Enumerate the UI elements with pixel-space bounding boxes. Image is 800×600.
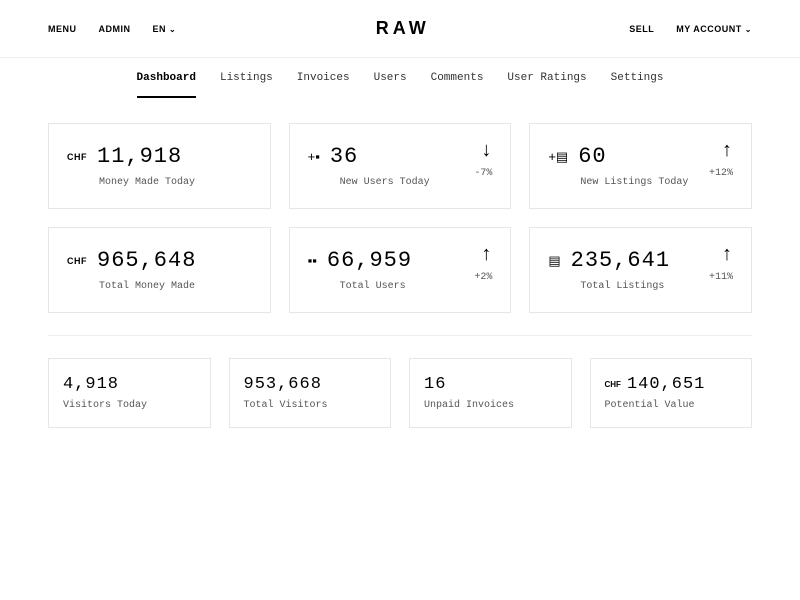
add-user-icon: +▪ xyxy=(308,150,320,163)
trend-percent: +2% xyxy=(474,272,492,283)
card-new-listings: +▤ 60 New Listings Today ↑ +12% xyxy=(529,123,752,209)
listings-icon: ▤ xyxy=(548,254,560,267)
stat-value: 11,918 xyxy=(97,144,182,169)
arrow-up-icon: ↑ xyxy=(709,246,733,266)
section-divider xyxy=(48,335,752,336)
trend-percent: +12% xyxy=(709,168,733,179)
card-visitors-today: 4,918 Visitors Today xyxy=(48,358,211,428)
stat-value: 140,651 xyxy=(627,375,705,394)
account-label: MY ACCOUNT xyxy=(676,24,742,34)
dashboard-content: CHF 11,918 Money Made Today +▪ 36 New Us… xyxy=(0,99,800,452)
card-new-users: +▪ 36 New Users Today ↓ -7% xyxy=(289,123,512,209)
stat-label: Money Made Today xyxy=(99,177,252,188)
account-dropdown[interactable]: MY ACCOUNT⌄ xyxy=(676,24,752,34)
stat-value: 36 xyxy=(330,144,358,169)
header-left: MENU ADMIN EN⌄ xyxy=(48,24,176,34)
tab-settings[interactable]: Settings xyxy=(611,72,664,98)
trend: ↑ +12% xyxy=(709,142,733,179)
arrow-up-icon: ↑ xyxy=(474,246,492,266)
logo[interactable]: RAW xyxy=(376,18,430,39)
card-total-visitors: 953,668 Total Visitors xyxy=(229,358,392,428)
sell-link[interactable]: SELL xyxy=(629,24,654,34)
stat-label: Total Visitors xyxy=(244,400,377,411)
trend-percent: +11% xyxy=(709,272,733,283)
stat-value: 953,668 xyxy=(244,375,377,394)
card-total-users: ▪▪ 66,959 Total Users ↑ +2% xyxy=(289,227,512,313)
currency-prefix: CHF xyxy=(67,152,87,162)
currency-prefix: CHF xyxy=(67,256,87,266)
menu-button[interactable]: MENU xyxy=(48,24,77,34)
stat-value: 66,959 xyxy=(327,248,412,273)
arrow-down-icon: ↓ xyxy=(474,142,492,162)
stat-value: 60 xyxy=(578,144,606,169)
card-unpaid-invoices: 16 Unpaid Invoices xyxy=(409,358,572,428)
stat-value: 4,918 xyxy=(63,375,196,394)
tab-user-ratings[interactable]: User Ratings xyxy=(507,72,586,98)
card-money-today: CHF 11,918 Money Made Today xyxy=(48,123,271,209)
stat-value: 16 xyxy=(424,375,557,394)
card-potential-value: CHF 140,651 Potential Value xyxy=(590,358,753,428)
tab-users[interactable]: Users xyxy=(374,72,407,98)
secondary-grid: 4,918 Visitors Today 953,668 Total Visit… xyxy=(48,358,752,428)
stat-label: Total Money Made xyxy=(99,281,252,292)
language-dropdown[interactable]: EN⌄ xyxy=(153,24,177,34)
trend-percent: -7% xyxy=(474,168,492,179)
stat-label: Unpaid Invoices xyxy=(424,400,557,411)
stat-value: 235,641 xyxy=(571,248,670,273)
card-total-listings: ▤ 235,641 Total Listings ↑ +11% xyxy=(529,227,752,313)
stat-label: New Users Today xyxy=(340,177,493,188)
trend: ↓ -7% xyxy=(474,142,492,179)
add-listing-icon: +▤ xyxy=(548,150,568,163)
tab-invoices[interactable]: Invoices xyxy=(297,72,350,98)
tabs-nav: Dashboard Listings Invoices Users Commen… xyxy=(0,58,800,99)
chevron-down-icon: ⌄ xyxy=(169,25,176,34)
stat-value: 965,648 xyxy=(97,248,196,273)
stats-grid: CHF 11,918 Money Made Today +▪ 36 New Us… xyxy=(48,123,752,313)
header-right: SELL MY ACCOUNT⌄ xyxy=(629,24,752,34)
top-header: MENU ADMIN EN⌄ RAW SELL MY ACCOUNT⌄ xyxy=(0,0,800,58)
stat-label: Total Users xyxy=(340,281,493,292)
tab-comments[interactable]: Comments xyxy=(431,72,484,98)
currency-prefix: CHF xyxy=(605,380,621,389)
tab-dashboard[interactable]: Dashboard xyxy=(137,72,196,98)
language-label: EN xyxy=(153,24,167,34)
arrow-up-icon: ↑ xyxy=(709,142,733,162)
trend: ↑ +11% xyxy=(709,246,733,283)
trend: ↑ +2% xyxy=(474,246,492,283)
tab-listings[interactable]: Listings xyxy=(220,72,273,98)
users-icon: ▪▪ xyxy=(308,254,317,267)
card-total-money: CHF 965,648 Total Money Made xyxy=(48,227,271,313)
chevron-down-icon: ⌄ xyxy=(745,25,752,34)
stat-label: Visitors Today xyxy=(63,400,196,411)
stat-label: Potential Value xyxy=(605,400,738,411)
admin-link[interactable]: ADMIN xyxy=(99,24,131,34)
